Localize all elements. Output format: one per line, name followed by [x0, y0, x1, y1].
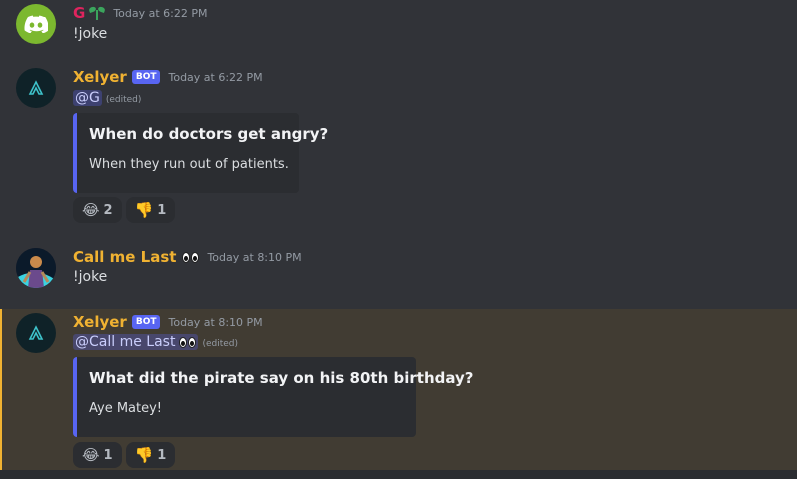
message-xelyer-2: Xelyer BOT Today at 8:10 PM @Call me Las… [0, 309, 797, 470]
sprout-icon [89, 5, 105, 21]
timestamp: Today at 6:22 PM [113, 6, 208, 20]
bot-avatar[interactable] [16, 68, 56, 108]
mention-label: @Call me Last [75, 334, 176, 350]
embed-description: When they run out of patients. [89, 157, 289, 172]
reaction-count: 1 [157, 447, 167, 463]
embed-description: Aye Matey! [89, 401, 163, 416]
laughing-emoji-icon: 😂 [82, 446, 100, 464]
joke-embed: When do doctors get angry? When they run… [73, 113, 329, 193]
timestamp: Today at 6:22 PM [168, 70, 263, 84]
embed-title: When do doctors get angry? [89, 125, 329, 143]
edited-label: (edited) [202, 339, 239, 349]
username[interactable]: Xelyer [73, 68, 127, 86]
reactions: 😂 2 👎 1 [73, 197, 176, 223]
message-xelyer-1: Xelyer BOT Today at 6:22 PM @G (edited) W… [0, 60, 797, 230]
user-mention[interactable]: @Call me Last [73, 334, 199, 350]
reaction-thumbs-down[interactable]: 👎 1 [125, 442, 176, 468]
discord-logo-icon [24, 15, 48, 33]
timestamp: Today at 8:10 PM [168, 315, 263, 329]
reaction-count: 1 [157, 202, 167, 218]
username[interactable]: Call me Last [73, 248, 176, 266]
bottom-bar [0, 470, 797, 479]
laughing-emoji-icon: 😂 [82, 201, 100, 219]
message-call-me-last: Call me Last Today at 8:10 PM !joke [0, 240, 797, 300]
edited-label: (edited) [105, 95, 142, 105]
reaction-laugh[interactable]: 😂 1 [73, 442, 122, 468]
eyes-icon [179, 336, 197, 348]
username[interactable]: Xelyer [73, 313, 127, 331]
reaction-thumbs-down[interactable]: 👎 1 [125, 197, 176, 223]
thumbs-down-emoji-icon: 👎 [134, 446, 154, 464]
reactions: 😂 1 👎 1 [73, 442, 176, 468]
thumbs-down-emoji-icon: 👎 [134, 201, 154, 219]
message-content: @G (edited) [73, 90, 141, 106]
bot-avatar[interactable] [16, 313, 56, 353]
user-avatar[interactable] [16, 4, 56, 44]
message-content: @Call me Last (edited) [73, 334, 238, 350]
xelyer-logo-icon [28, 80, 44, 95]
xelyer-logo-icon [28, 325, 44, 340]
username[interactable]: G [73, 4, 85, 22]
user-mention[interactable]: @G [73, 90, 102, 106]
reaction-count: 1 [103, 447, 113, 463]
bot-badge: BOT [131, 315, 161, 329]
bot-badge: BOT [131, 70, 161, 84]
user-avatar[interactable] [16, 248, 56, 288]
joke-embed: What did the pirate say on his 80th birt… [73, 357, 474, 437]
message-text: !joke [73, 269, 108, 285]
reaction-count: 2 [103, 202, 113, 218]
message-g: G Today at 6:22 PM !joke [0, 0, 797, 60]
embed-title: What did the pirate say on his 80th birt… [89, 369, 474, 387]
message-text: !joke [73, 26, 108, 42]
eyes-icon [182, 251, 200, 263]
character-avatar-icon [16, 248, 56, 288]
reaction-laugh[interactable]: 😂 2 [73, 197, 122, 223]
timestamp: Today at 8:10 PM [207, 250, 302, 264]
